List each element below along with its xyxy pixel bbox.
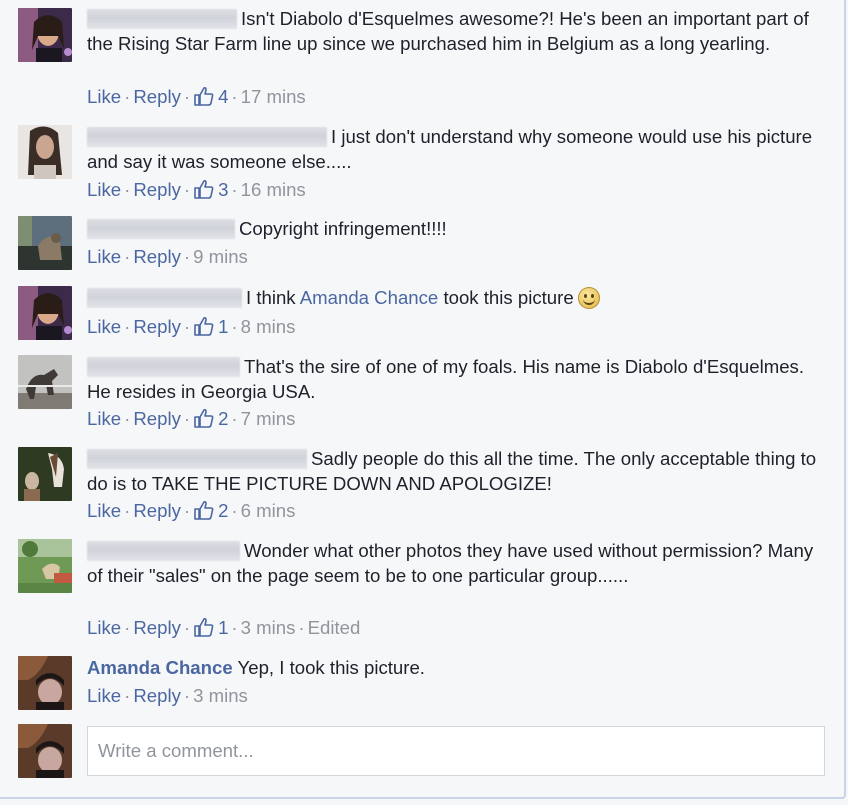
comment-timestamp[interactable]: 7 mins bbox=[241, 408, 296, 429]
reply-link[interactable]: Reply bbox=[133, 685, 181, 706]
comment-timestamp[interactable]: 16 mins bbox=[241, 179, 306, 200]
comment-text: Yep, I took this picture. bbox=[237, 657, 425, 678]
comment-text-before: I think bbox=[246, 287, 296, 308]
comment-timestamp[interactable]: 8 mins bbox=[241, 316, 296, 337]
reply-link[interactable]: Reply bbox=[133, 179, 181, 200]
comment-composer bbox=[87, 726, 825, 776]
current-user-avatar[interactable] bbox=[18, 724, 72, 778]
thumbs-up-icon[interactable] bbox=[193, 179, 214, 199]
commenter-avatar[interactable] bbox=[18, 216, 72, 270]
commenter-avatar[interactable] bbox=[18, 8, 72, 62]
comment-actions: Like · Reply · 3 mins bbox=[87, 685, 248, 706]
comment-actions: Like · Reply · 3 · 16 mins bbox=[87, 179, 306, 200]
redacted-author-name[interactable] bbox=[87, 9, 237, 29]
write-comment-input[interactable] bbox=[88, 727, 808, 775]
reply-link[interactable]: Reply bbox=[133, 500, 181, 521]
commenter-avatar[interactable] bbox=[18, 539, 72, 593]
comment-actions: Like · Reply · 2 · 7 mins bbox=[87, 408, 296, 429]
comment-body: Wonder what other photos they have used … bbox=[87, 538, 817, 588]
redacted-author-name[interactable] bbox=[87, 219, 235, 239]
comment-body: Sadly people do this all the time. The o… bbox=[87, 446, 817, 496]
thumbs-up-icon[interactable] bbox=[193, 408, 214, 428]
redacted-author-name[interactable] bbox=[87, 357, 240, 377]
thumbs-up-icon[interactable] bbox=[193, 500, 214, 520]
redacted-author-name[interactable] bbox=[87, 449, 307, 469]
thumbs-up-icon[interactable] bbox=[193, 316, 214, 336]
thumbs-up-icon[interactable] bbox=[193, 617, 214, 637]
author-name-link[interactable]: Amanda Chance bbox=[87, 657, 233, 678]
comment-actions: Like · Reply · 2 · 6 mins bbox=[87, 500, 296, 521]
comment-actions: Like · Reply · 4 · 17 mins bbox=[87, 86, 306, 107]
comment-timestamp[interactable]: 3 mins bbox=[241, 617, 296, 638]
reply-link[interactable]: Reply bbox=[133, 316, 181, 337]
mention-link[interactable]: Amanda Chance bbox=[300, 287, 439, 308]
like-count[interactable]: 2 bbox=[218, 500, 228, 521]
comment-body: Isn't Diabolo d'Esquelmes awesome?! He's… bbox=[87, 6, 817, 56]
comment-timestamp[interactable]: 6 mins bbox=[241, 500, 296, 521]
comments-panel: Isn't Diabolo d'Esquelmes awesome?! He's… bbox=[0, 0, 846, 799]
smile-emoji-icon bbox=[577, 287, 600, 309]
comment-actions: Like · Reply · 1 · 3 mins · Edited bbox=[87, 617, 361, 638]
like-link[interactable]: Like bbox=[87, 86, 121, 107]
reply-link[interactable]: Reply bbox=[133, 617, 181, 638]
redacted-author-name[interactable] bbox=[87, 541, 240, 561]
reply-link[interactable]: Reply bbox=[133, 246, 181, 267]
reply-link[interactable]: Reply bbox=[133, 86, 181, 107]
comment-body: I think Amanda Chance took this picture bbox=[87, 285, 817, 310]
commenter-avatar[interactable] bbox=[18, 656, 72, 710]
like-link[interactable]: Like bbox=[87, 685, 121, 706]
comment-body: I just don't understand why someone woul… bbox=[87, 124, 817, 174]
like-link[interactable]: Like bbox=[87, 408, 121, 429]
like-count[interactable]: 2 bbox=[218, 408, 228, 429]
redacted-author-name[interactable] bbox=[87, 127, 327, 147]
like-link[interactable]: Like bbox=[87, 617, 121, 638]
comment-body: Copyright infringement!!!! bbox=[87, 216, 817, 241]
commenter-avatar[interactable] bbox=[18, 447, 72, 501]
like-link[interactable]: Like bbox=[87, 179, 121, 200]
comment-actions: Like · Reply · 9 mins bbox=[87, 246, 248, 267]
like-link[interactable]: Like bbox=[87, 500, 121, 521]
comment-timestamp[interactable]: 3 mins bbox=[193, 685, 248, 706]
like-count[interactable]: 1 bbox=[218, 617, 228, 638]
comment-timestamp[interactable]: 9 mins bbox=[193, 246, 248, 267]
comment-body: That's the sire of one of my foals. His … bbox=[87, 354, 817, 404]
comment-actions: Like · Reply · 1 · 8 mins bbox=[87, 316, 296, 337]
like-link[interactable]: Like bbox=[87, 316, 121, 337]
redacted-author-name[interactable] bbox=[87, 288, 242, 308]
commenter-avatar[interactable] bbox=[18, 355, 72, 409]
like-count[interactable]: 4 bbox=[218, 86, 228, 107]
comment-text-after: took this picture bbox=[443, 287, 574, 308]
commenter-avatar[interactable] bbox=[18, 125, 72, 179]
like-count[interactable]: 3 bbox=[218, 179, 228, 200]
comment-timestamp[interactable]: 17 mins bbox=[241, 86, 306, 107]
thumbs-up-icon[interactable] bbox=[193, 86, 214, 106]
like-count[interactable]: 1 bbox=[218, 316, 228, 337]
edited-label[interactable]: Edited bbox=[308, 617, 361, 638]
comment-text: Copyright infringement!!!! bbox=[239, 218, 447, 239]
comment-body: Amanda Chance Yep, I took this picture. bbox=[87, 655, 817, 680]
like-link[interactable]: Like bbox=[87, 246, 121, 267]
reply-link[interactable]: Reply bbox=[133, 408, 181, 429]
commenter-avatar[interactable] bbox=[18, 286, 72, 340]
